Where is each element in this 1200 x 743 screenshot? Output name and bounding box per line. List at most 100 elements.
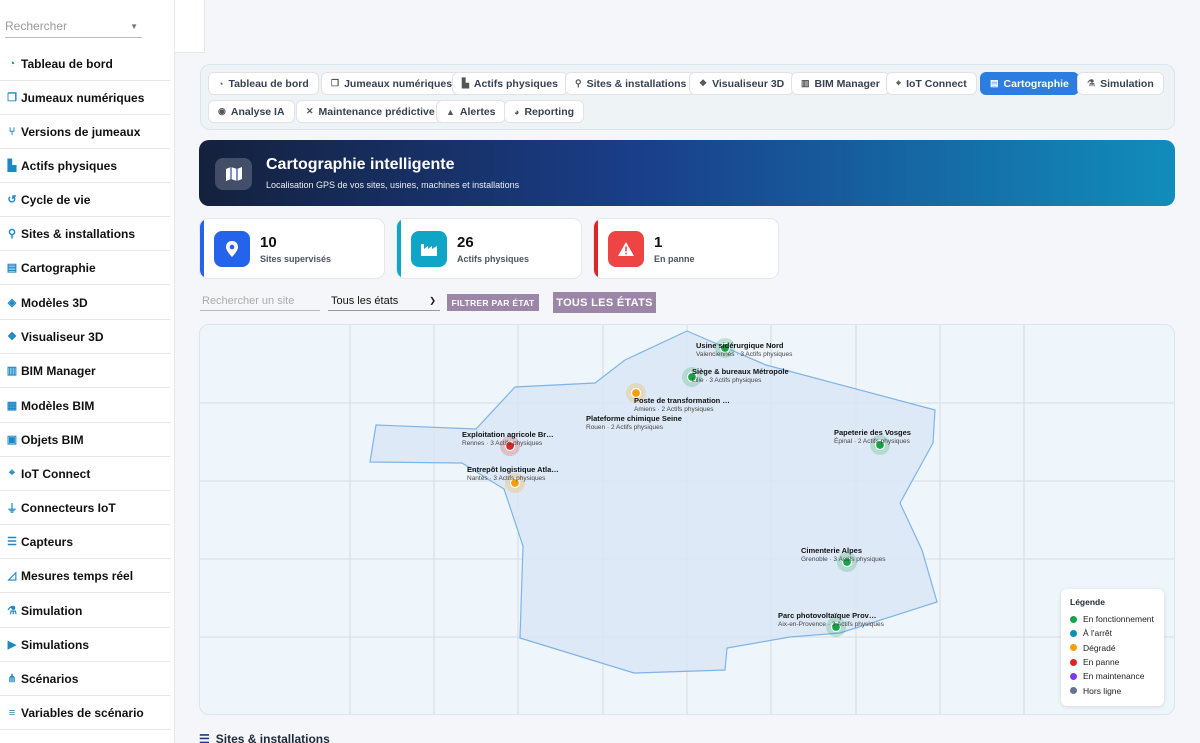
- map-canvas[interactable]: [200, 325, 1175, 715]
- tab-iot-connect[interactable]: ⌖ IoT Connect: [886, 72, 977, 95]
- tab-jumeaux-num-riques[interactable]: ❐ Jumeaux numériques: [321, 72, 463, 95]
- map-view[interactable]: Usine sidérurgique Nord Valenciennes · 3 …: [199, 324, 1175, 715]
- tab-reporting[interactable]: ◕ Reporting: [504, 100, 585, 123]
- sidebar-item-visualiseur-3d[interactable]: ❖ Visualiseur 3D: [0, 320, 170, 354]
- sidebar-item-cycle-de-vie[interactable]: ↺ Cycle de vie: [0, 183, 170, 217]
- tab-simulation[interactable]: ⚗ Simulation: [1077, 72, 1164, 95]
- factory-icon: ▙: [462, 78, 469, 88]
- pin-icon: ⚲: [7, 228, 17, 240]
- sidebar-item-jumeaux-num-riques[interactable]: ❐ Jumeaux numériques: [0, 81, 170, 115]
- sidebar-item-sc-narios[interactable]: ⋔ Scénarios: [0, 662, 170, 696]
- factory-icon: ▙: [7, 160, 17, 172]
- site-search-input[interactable]: Rechercher un site: [200, 291, 320, 311]
- tab-visualiseur-3d[interactable]: ❖ Visualiseur 3D: [689, 72, 795, 95]
- sidebar-item-mesures-temps-r-el[interactable]: ◿ Mesures temps réel: [0, 559, 170, 593]
- antenna-icon: ⌖: [896, 78, 902, 88]
- legend-label: En maintenance: [1083, 671, 1145, 682]
- tab-bim-manager[interactable]: ▥ BIM Manager: [791, 72, 890, 95]
- tab-label: Tableau de bord: [228, 77, 309, 90]
- site-assets: 3 Actifs physiques: [493, 475, 546, 482]
- sliders-h-icon: ≡: [8, 706, 16, 719]
- tab-analyse-ia[interactable]: ◉ Analyse IA: [208, 100, 295, 123]
- sidebar-item-iot-connect[interactable]: ⌖ IoT Connect: [0, 457, 170, 491]
- sidebar-item-label: Variables de scénario: [21, 705, 144, 720]
- site-assets: 3 Actifs physiques: [709, 377, 762, 384]
- sidebar-item-simulation[interactable]: ⚗ Simulation: [0, 594, 170, 628]
- section-title-text: Sites & installations: [215, 732, 330, 743]
- map-pin-label[interactable]: Exploitation agricole Br… Rennes · 3 Acti…: [462, 430, 554, 448]
- tab-label: Visualiseur 3D: [712, 77, 785, 90]
- stat-accent-bar: [594, 219, 598, 278]
- stat-accent-bar: [397, 219, 401, 278]
- site-city: Valenciennes: [696, 351, 735, 358]
- legend-dot: [1070, 672, 1077, 680]
- tab-cartographie[interactable]: ▤ Cartographie: [980, 72, 1079, 95]
- site-city: Rennes: [462, 440, 485, 447]
- sidebar-item-objets-bim[interactable]: ▣ Objets BIM: [0, 423, 170, 457]
- map-pin-label[interactable]: Usine sidérurgique Nord Valenciennes · 3 …: [696, 341, 792, 359]
- sidebar-item-label: Versions de jumeaux: [21, 124, 141, 139]
- sidebar-item-connecteurs-iot[interactable]: ⏚ Connecteurs IoT: [0, 491, 170, 525]
- sidebar-item-versions-de-jumeaux[interactable]: ⑂ Versions de jumeaux: [0, 115, 170, 149]
- legend-item: En panne: [1070, 655, 1155, 669]
- grid-icon: ▣: [6, 434, 18, 446]
- map-pin-label[interactable]: Poste de transformation … Amiens · 2 Acti…: [634, 396, 730, 414]
- cubes-icon: ❖: [7, 331, 17, 343]
- sidebar-item-label: Capteurs: [21, 534, 74, 549]
- legend-label: À l'arrêt: [1083, 628, 1113, 639]
- legend-label: En panne: [1083, 657, 1120, 668]
- sidebar-item-label: Modèles BIM: [21, 398, 95, 413]
- sidebar-item-bim-manager[interactable]: ▥ BIM Manager: [0, 354, 170, 388]
- map-pin-label[interactable]: Papeterie des Vosges Épinal · 2 Actifs ph…: [834, 428, 911, 446]
- sidebar-item-label: Actifs physiques: [21, 158, 118, 173]
- legend-list: En fonctionnement À l'arrêt Dégradé En pann…: [1070, 612, 1155, 698]
- building-icon: ▥: [6, 365, 18, 377]
- site-assets: 2 Actifs physiques: [661, 406, 714, 413]
- legend-item: En maintenance: [1070, 669, 1155, 683]
- sidebar-item-mod-les-bim[interactable]: ▦ Modèles BIM: [0, 389, 170, 423]
- state-select[interactable]: Tous les états ❯: [328, 291, 440, 311]
- play-circle-icon: ▶: [7, 639, 17, 651]
- tab-label: BIM Manager: [814, 77, 880, 90]
- sidebar-item-label: Tableau de bord: [21, 56, 113, 71]
- chevron-down-icon: ▼: [130, 22, 138, 31]
- sidebar-item-variables-de-sc-nario[interactable]: ≡ Variables de scénario: [0, 696, 170, 730]
- sidebar-item-cartographie[interactable]: ▤ Cartographie: [0, 251, 170, 285]
- sidebar-item-simulations[interactable]: ▶ Simulations: [0, 628, 170, 662]
- sidebar: Rechercher ▼ ◔ Tableau de bord ❐ Jumeaux nu…: [0, 0, 175, 743]
- brain-icon: ◉: [218, 106, 226, 116]
- map-pin-label[interactable]: Siège & bureaux Métropole Lille · 3 Actif…: [692, 367, 789, 385]
- map-pin-label[interactable]: Plateforme chimique Seine Rouen · 2 Actif…: [586, 414, 682, 432]
- site-name: Cimenterie Alpes: [801, 546, 862, 555]
- pin-icon: ⚲: [575, 78, 582, 88]
- map-pin-label[interactable]: Parc photovoltaïque Prov… Aix-en-Provence…: [778, 611, 884, 629]
- sidebar-item-sites-installations[interactable]: ⚲ Sites & installations: [0, 217, 170, 251]
- all-states-button[interactable]: TOUS LES ÉTATS: [553, 292, 656, 313]
- flask-icon: ⚗: [7, 605, 17, 617]
- tab-alertes[interactable]: ▲ Alertes: [436, 100, 506, 123]
- bell-icon: ▲: [446, 106, 455, 117]
- filter-by-state-button[interactable]: FILTRER PAR ÉTAT: [447, 294, 539, 311]
- sidebar-item-mod-les-3d[interactable]: ◈ Modèles 3D: [0, 286, 170, 320]
- factory-icon: [411, 231, 447, 267]
- map-pin-label[interactable]: Cimenterie Alpes Grenoble · 3 Actifs phys…: [801, 546, 886, 564]
- sidebar-item-label: Mesures temps réel: [21, 568, 134, 583]
- legend-dot: [1070, 615, 1077, 623]
- sidebar-item-actifs-physiques[interactable]: ▙ Actifs physiques: [0, 149, 170, 183]
- tab-maintenance-pr-dictive[interactable]: ✕ Maintenance prédictive: [296, 100, 445, 123]
- sidebar-item-capteurs[interactable]: ☰ Capteurs: [0, 525, 170, 559]
- city-icon: ▦: [6, 400, 18, 412]
- stat-label: Sites supervisés: [260, 254, 332, 264]
- sidebar-item-label: Connecteurs IoT: [21, 500, 116, 515]
- tab-tableau-de-bord[interactable]: ◔ Tableau de bord: [208, 72, 319, 95]
- tab-actifs-physiques[interactable]: ▙ Actifs physiques: [452, 72, 568, 95]
- map-pin-label[interactable]: Entrepôt logistique Atla… Nantes · 3 Acti…: [467, 465, 559, 483]
- map-icon: ▤: [990, 78, 999, 88]
- tab-sites-installations[interactable]: ⚲ Sites & installations: [565, 72, 697, 95]
- sidebar-item-tableau-de-bord[interactable]: ◔ Tableau de bord: [0, 47, 170, 81]
- stat-label: En panne: [654, 254, 695, 264]
- site-name: Plateforme chimique Seine: [586, 414, 682, 423]
- legend-label: En fonctionnement: [1083, 614, 1154, 625]
- sidebar-search-input[interactable]: Rechercher ▼: [5, 12, 142, 38]
- sidebar-search-placeholder: Rechercher: [5, 19, 68, 33]
